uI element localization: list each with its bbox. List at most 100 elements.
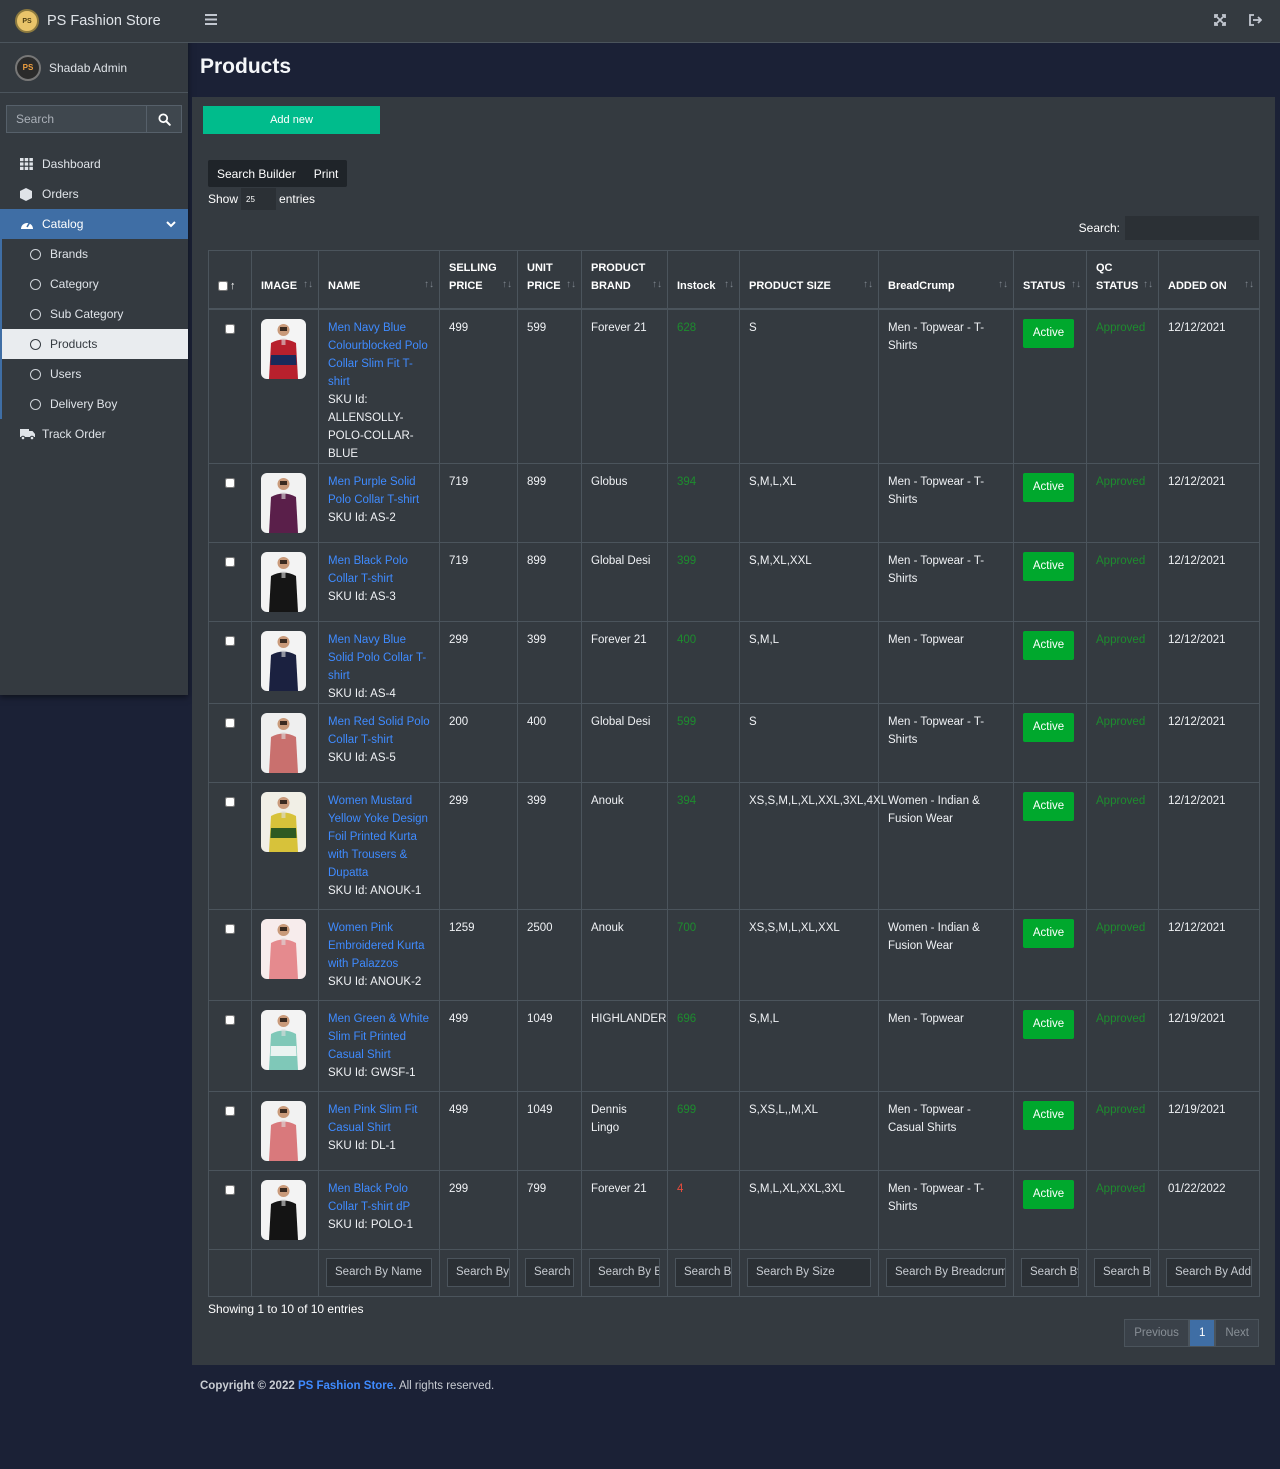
- column-search-input[interactable]: [1094, 1257, 1151, 1287]
- sort-icon: ↑↓: [1143, 278, 1153, 290]
- table-cell: Active: [1013, 308, 1087, 464]
- selling-price: 499: [449, 1103, 469, 1116]
- column-search-input[interactable]: [747, 1257, 871, 1287]
- status-badge[interactable]: Active: [1023, 1009, 1074, 1039]
- page-1-button[interactable]: 1: [1188, 1319, 1216, 1347]
- column-search-input[interactable]: [1166, 1257, 1252, 1287]
- column-header[interactable]: PRODUCT SIZE ↑↓: [739, 250, 879, 310]
- sidebar-item-label: Dashboard: [42, 157, 101, 171]
- fullscreen-icon[interactable]: [1214, 14, 1226, 29]
- menu-toggle-icon[interactable]: [205, 14, 217, 28]
- column-search-input[interactable]: [1021, 1257, 1079, 1287]
- sidebar-search-button[interactable]: [147, 105, 182, 133]
- product-name-link[interactable]: Men Green & White Slim Fit Printed Casua…: [328, 1010, 430, 1064]
- logout-icon[interactable]: [1249, 14, 1263, 29]
- product-name-link[interactable]: Men Navy Blue Colourblocked Polo Collar …: [328, 319, 430, 391]
- table-row: Men Black Polo Collar T-shirt dP SKU Id: …: [208, 1169, 1260, 1250]
- pagination: Previous 1 Next: [1124, 1319, 1259, 1347]
- column-search-input[interactable]: [525, 1257, 574, 1287]
- column-search-input[interactable]: [589, 1257, 660, 1287]
- instock-value: 399: [677, 554, 697, 567]
- sku-text: SKU Id: POLO-1: [328, 1218, 414, 1231]
- table-cell: [208, 462, 252, 543]
- sidebar-item-delivery-boy[interactable]: Delivery Boy: [0, 389, 188, 419]
- row-checkbox[interactable]: [225, 323, 235, 334]
- table-cell: 12/12/2021: [1158, 908, 1260, 1001]
- product-brand: Globus: [591, 475, 628, 488]
- sidebar-item-brands[interactable]: Brands: [0, 239, 188, 269]
- entries-select[interactable]: 25: [241, 188, 277, 210]
- add-new-button[interactable]: Add new: [203, 106, 380, 134]
- row-checkbox[interactable]: [225, 477, 235, 488]
- status-badge[interactable]: Active: [1023, 791, 1074, 821]
- column-search-input[interactable]: [886, 1257, 1006, 1287]
- row-checkbox[interactable]: [225, 1014, 235, 1025]
- user-panel[interactable]: PS Shadab Admin: [0, 43, 188, 93]
- row-checkbox[interactable]: [225, 1184, 235, 1195]
- product-image: [261, 791, 306, 852]
- column-search-input[interactable]: [326, 1257, 432, 1287]
- row-checkbox[interactable]: [225, 717, 235, 728]
- column-search-input[interactable]: [675, 1257, 732, 1287]
- status-badge[interactable]: Active: [1023, 712, 1074, 742]
- product-name-link[interactable]: Men Navy Blue Solid Polo Collar T-shirt: [328, 631, 430, 685]
- row-checkbox[interactable]: [225, 796, 235, 807]
- product-name-link[interactable]: Men Purple Solid Polo Collar T-shirt: [328, 473, 430, 509]
- column-search-input[interactable]: [447, 1257, 510, 1287]
- status-badge[interactable]: Active: [1023, 1100, 1074, 1130]
- product-name-link[interactable]: Men Black Polo Collar T-shirt dP: [328, 1180, 430, 1216]
- column-header[interactable]: STATUS ↑↓: [1013, 250, 1087, 310]
- product-name-link[interactable]: Men Black Polo Collar T-shirt: [328, 552, 430, 588]
- table-cell: [251, 999, 319, 1092]
- column-header[interactable]: BreadCrump ↑↓: [878, 250, 1014, 310]
- store-link[interactable]: PS Fashion Store.: [298, 1380, 396, 1392]
- column-header[interactable]: UNIT PRICE ↑↓: [517, 250, 582, 310]
- sidebar-item-orders[interactable]: Orders: [0, 179, 188, 209]
- search-builder-button[interactable]: Search Builder: [208, 160, 305, 187]
- sidebar-item-catalog[interactable]: Catalog: [0, 209, 188, 239]
- next-page-button[interactable]: Next: [1215, 1319, 1259, 1347]
- status-badge[interactable]: Active: [1023, 1179, 1074, 1209]
- column-header[interactable]: NAME ↑↓: [318, 250, 440, 310]
- column-header[interactable]: QC STATUS ↑↓: [1086, 250, 1159, 310]
- sidebar-item-users[interactable]: Users: [0, 359, 188, 389]
- sidebar-item-category[interactable]: Category: [0, 269, 188, 299]
- select-all-header[interactable]: ↑: [208, 250, 252, 310]
- column-header[interactable]: IMAGE ↑↓: [251, 250, 319, 310]
- sidebar-item-sub-category[interactable]: Sub Category: [0, 299, 188, 329]
- copyright-text: Copyright © 2022: [200, 1380, 295, 1392]
- status-badge[interactable]: Active: [1023, 918, 1074, 948]
- previous-page-button[interactable]: Previous: [1124, 1319, 1189, 1347]
- select-all-checkbox[interactable]: [218, 280, 228, 291]
- unit-price: 399: [527, 633, 547, 646]
- row-checkbox[interactable]: [225, 1105, 235, 1116]
- sort-icon: ↑↓: [424, 278, 434, 290]
- table-cell: [208, 1090, 252, 1171]
- column-header[interactable]: PRODUCT BRAND ↑↓: [581, 250, 668, 310]
- row-checkbox[interactable]: [225, 923, 235, 934]
- qc-status: Approved: [1096, 1012, 1146, 1025]
- product-name-link[interactable]: Men Pink Slim Fit Casual Shirt: [328, 1101, 430, 1137]
- sidebar-search-input[interactable]: [6, 105, 147, 133]
- unit-price: 400: [527, 715, 547, 728]
- table-search-input[interactable]: [1125, 216, 1259, 240]
- status-badge[interactable]: Active: [1023, 472, 1074, 502]
- status-badge[interactable]: Active: [1023, 551, 1074, 581]
- row-checkbox[interactable]: [225, 556, 235, 567]
- status-badge[interactable]: Active: [1023, 630, 1074, 660]
- sidebar-item-products[interactable]: Products: [0, 329, 188, 359]
- column-header[interactable]: Instock ↑↓: [667, 250, 740, 310]
- sidebar-item-dashboard[interactable]: Dashboard: [0, 149, 188, 179]
- row-checkbox[interactable]: [225, 635, 235, 646]
- column-header[interactable]: SELLING PRICE ↑↓: [439, 250, 518, 310]
- sidebar-item-track-order[interactable]: Track Order: [0, 419, 188, 449]
- added-on-date: 12/12/2021: [1168, 554, 1226, 567]
- product-name-link[interactable]: Women Pink Embroidered Kurta with Palazz…: [328, 919, 430, 973]
- column-header[interactable]: ADDED ON ↑↓: [1158, 250, 1260, 310]
- product-name-link[interactable]: Women Mustard Yellow Yoke Design Foil Pr…: [328, 792, 430, 882]
- status-badge[interactable]: Active: [1023, 318, 1074, 348]
- product-name-link[interactable]: Men Red Solid Polo Collar T-shirt: [328, 713, 430, 749]
- print-button[interactable]: Print: [305, 160, 348, 187]
- table-row: Men Navy Blue Solid Polo Collar T-shirt S…: [208, 620, 1260, 704]
- brand-link[interactable]: PS PS Fashion Store: [0, 0, 188, 43]
